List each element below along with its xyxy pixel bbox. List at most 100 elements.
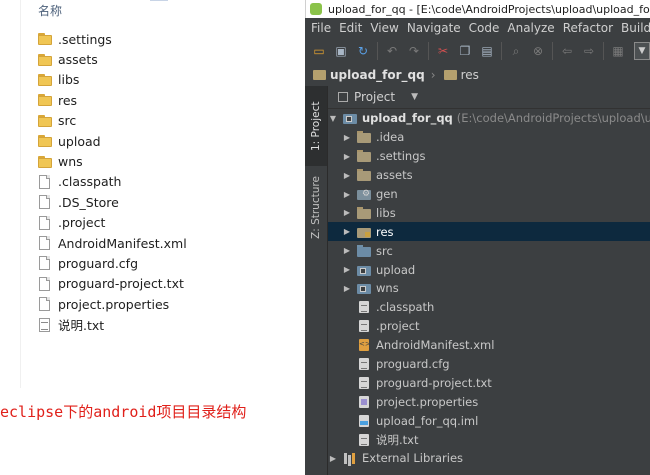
explorer-item[interactable]: src — [38, 111, 187, 131]
collapsed-arrow-icon[interactable]: ▶ — [342, 227, 352, 236]
tree-node-label: 说明.txt — [376, 432, 419, 447]
explorer-item[interactable]: 说明.txt — [38, 314, 187, 334]
sync-icon[interactable]: ↻ — [355, 43, 371, 59]
folder-icon — [38, 155, 52, 169]
folder-open-icon[interactable]: ▭ — [311, 43, 327, 59]
collapsed-arrow-icon[interactable]: ▶ — [342, 190, 352, 199]
tree-node[interactable]: ▶ res — [328, 222, 650, 242]
explorer-item[interactable]: wns — [38, 151, 187, 171]
menu-file[interactable]: File — [311, 21, 331, 35]
explorer-item-label: res — [58, 92, 78, 108]
tree-node[interactable]: ▶ gen — [328, 185, 650, 204]
forward-icon[interactable]: ⇨ — [581, 43, 597, 59]
explorer-item-label: 说明.txt — [58, 318, 105, 334]
project-tool-tab[interactable]: 1: Project — [305, 86, 327, 166]
project-view-label: Project — [354, 90, 396, 104]
folder-blue-icon — [357, 244, 371, 257]
explorer-item[interactable]: AndroidManifest.xml — [38, 233, 187, 253]
find-icon[interactable]: ⌕ — [508, 43, 524, 59]
name-column-header[interactable]: 名称 — [38, 2, 62, 19]
tree-node[interactable]: ▶ libs — [328, 203, 650, 222]
collapsed-arrow-icon[interactable]: ▶ — [342, 171, 352, 180]
explorer-item[interactable]: proguard.cfg — [38, 253, 187, 273]
menu-edit[interactable]: Edit — [339, 21, 362, 35]
breadcrumb-project[interactable]: upload_for_qq — [330, 68, 425, 82]
explorer-item[interactable]: libs — [38, 70, 187, 90]
tree-node[interactable]: proguard.cfg — [328, 355, 650, 374]
file-icon — [38, 256, 52, 271]
explorer-item[interactable]: .settings — [38, 29, 187, 49]
explorer-item[interactable]: project.properties — [38, 294, 187, 314]
collapsed-arrow-icon[interactable]: ▶ — [342, 133, 352, 142]
tree-node[interactable]: ▶ .idea — [328, 128, 650, 147]
replace-icon[interactable]: ⊗ — [530, 43, 546, 59]
redo-icon[interactable]: ↷ — [406, 43, 422, 59]
collapsed-arrow-icon[interactable]: ▶ — [342, 208, 352, 217]
file-icon — [38, 215, 52, 230]
breadcrumb-res[interactable]: res — [461, 68, 479, 82]
external-libraries-node[interactable]: ▶ External Libraries — [328, 449, 650, 468]
build-icon[interactable]: ▦ — [610, 43, 626, 59]
menu-refactor[interactable]: Refactor — [563, 21, 613, 35]
explorer-item[interactable]: proguard-project.txt — [38, 274, 187, 294]
menu-navigate[interactable]: Navigate — [407, 21, 461, 35]
paste-icon[interactable]: ▤ — [479, 43, 495, 59]
tree-node[interactable]: project.properties — [328, 392, 650, 411]
tree-root[interactable]: ▼ upload_for_qq (E:\code\AndroidProjects… — [328, 109, 650, 128]
toolbar-separator — [501, 42, 502, 60]
tree-node[interactable]: ▶ wns — [328, 279, 650, 298]
menu-build[interactable]: Build — [621, 21, 650, 35]
tree-node[interactable]: ▶ assets — [328, 166, 650, 185]
undo-icon[interactable]: ↶ — [384, 43, 400, 59]
folder-icon — [357, 206, 371, 219]
explorer-item[interactable]: assets — [38, 49, 187, 69]
project-view-selector[interactable]: Project ▼ — [328, 86, 650, 109]
explorer-item[interactable]: .project — [38, 213, 187, 233]
cut-icon[interactable]: ✂ — [435, 43, 451, 59]
tree-node[interactable]: .project — [328, 317, 650, 336]
collapsed-arrow-icon[interactable]: ▶ — [328, 454, 338, 463]
tree-node[interactable]: .classpath — [328, 298, 650, 317]
explorer-item[interactable]: upload — [38, 131, 187, 151]
save-icon[interactable]: ▣ — [333, 43, 349, 59]
tree-node[interactable]: proguard-project.txt — [328, 373, 650, 392]
back-icon[interactable]: ⇦ — [559, 43, 575, 59]
tree-node-label: upload_for_qq.iml — [376, 413, 479, 428]
run-config-dropdown[interactable]: ▼ — [634, 42, 650, 60]
explorer-item[interactable]: .classpath — [38, 172, 187, 192]
tree-node-label: .project — [376, 319, 420, 334]
structure-tool-tab-label: Z: Structure — [310, 176, 322, 240]
folder-icon — [357, 150, 371, 163]
explorer-item[interactable]: res — [38, 90, 187, 110]
tree-node[interactable]: ▶ src — [328, 241, 650, 260]
collapsed-arrow-icon[interactable]: ▶ — [342, 152, 352, 161]
module-folder-icon — [343, 112, 357, 125]
root-path: (E:\code\AndroidProjects\upload\uploa — [456, 111, 650, 126]
file-icon — [357, 433, 371, 446]
tree-node[interactable]: ▶ upload — [328, 260, 650, 279]
menu-bar: File Edit View Navigate Code Analyze Refactor B… — [305, 18, 650, 38]
toolbar-separator — [603, 42, 604, 60]
tree-node[interactable]: AndroidManifest.xml — [328, 336, 650, 355]
tree-node[interactable]: ▶ .settings — [328, 147, 650, 166]
structure-tool-tab[interactable]: Z: Structure — [305, 168, 327, 248]
menu-analyze[interactable]: Analyze — [507, 21, 554, 35]
copy-icon[interactable]: ❐ — [457, 43, 473, 59]
collapsed-arrow-icon[interactable]: ▶ — [342, 246, 352, 255]
folder-icon — [38, 53, 52, 67]
explorer-item[interactable]: .DS_Store — [38, 192, 187, 212]
tree-node-label: proguard-project.txt — [376, 375, 492, 390]
project-view-icon — [338, 92, 348, 102]
collapsed-arrow-icon[interactable]: ▶ — [342, 284, 352, 293]
expanded-arrow-icon[interactable]: ▼ — [328, 114, 338, 123]
collapsed-arrow-icon[interactable]: ▶ — [342, 265, 352, 274]
tree-node[interactable]: 说明.txt — [328, 430, 650, 449]
tree-node-label: .classpath — [376, 300, 435, 315]
menu-view[interactable]: View — [370, 21, 398, 35]
tree-node[interactable]: upload_for_qq.iml — [328, 411, 650, 430]
tree-children: ▶ .idea ▶ .settings ▶ assets ▶ gen ▶ libs ▶ res ▶ src… — [328, 128, 650, 449]
tree-node-label: libs — [376, 205, 396, 220]
folder-icon — [357, 131, 371, 144]
menu-code[interactable]: Code — [469, 21, 500, 35]
explorer-item-label: .project — [58, 215, 106, 231]
